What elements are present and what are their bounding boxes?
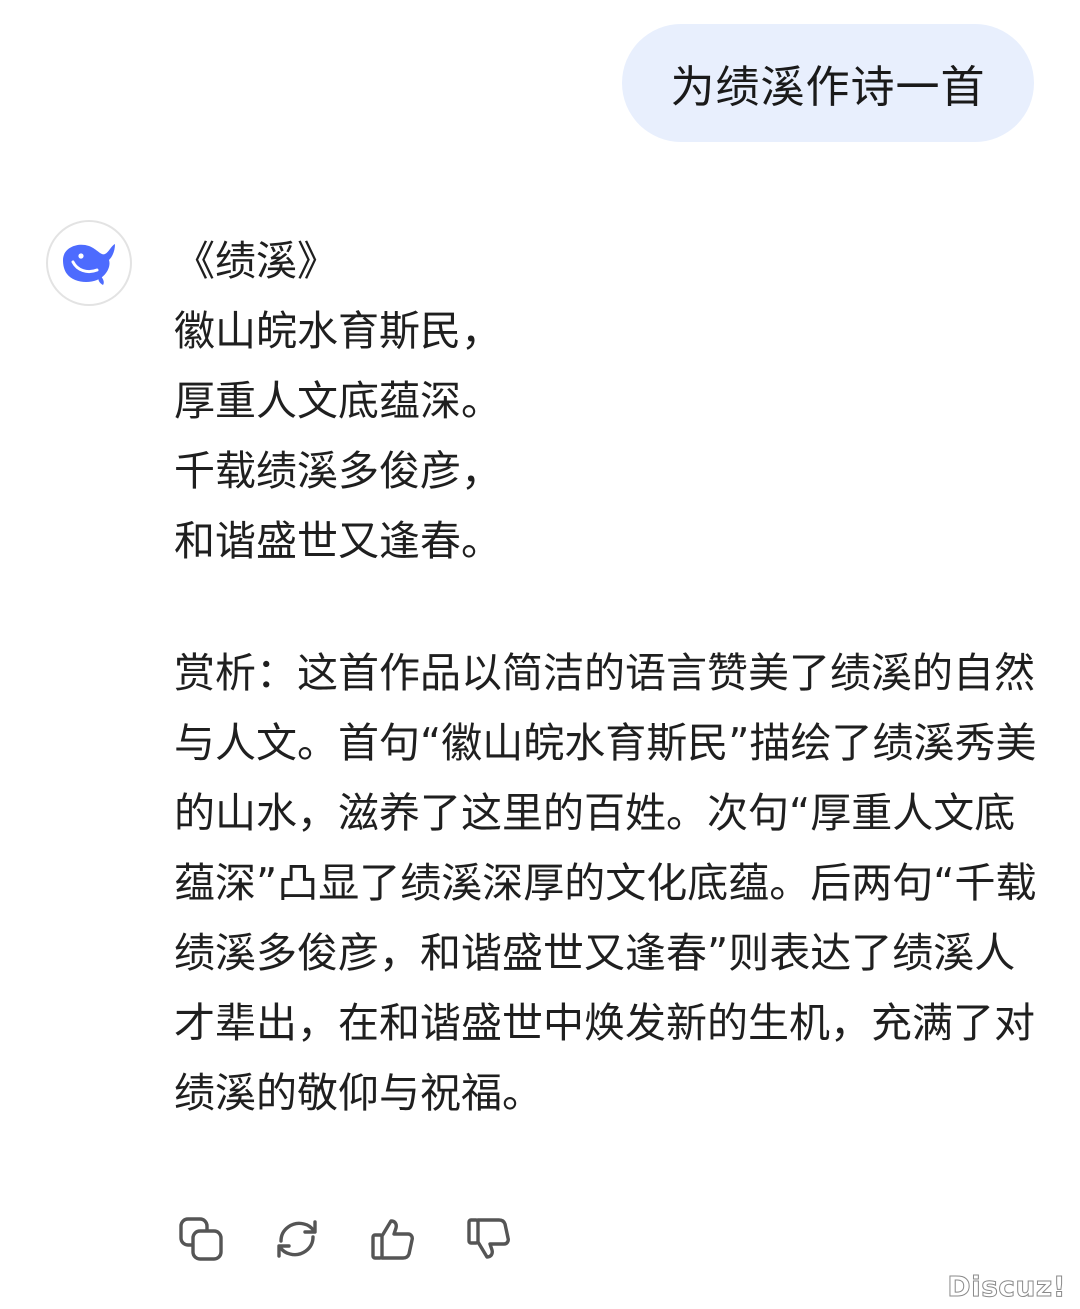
user-message-text: 为绩溪作诗一首 (670, 62, 986, 113)
poem-title: 《绩溪》 (174, 237, 338, 285)
thumbs-down-icon (467, 1218, 510, 1259)
poem-analysis: 赏析：这首作品以简洁的语言赞美了绩溪的自然与人文。首句“徽山皖水育斯民”描绘了绩… (174, 649, 1037, 1117)
poem-line: 徽山皖水育斯民， (174, 307, 502, 355)
message-actions (176, 1214, 514, 1264)
copy-button[interactable] (176, 1214, 226, 1264)
thumbs-up-icon (371, 1219, 414, 1260)
poem-line: 千载绩溪多俊彦， (174, 447, 502, 495)
assistant-message: 《绩溪》 徽山皖水育斯民， 厚重人文底蕴深。 千载绩溪多俊彦， 和谐盛世又逢春。… (174, 226, 1044, 1128)
user-message-bubble: 为绩溪作诗一首 (622, 24, 1034, 142)
regenerate-icon (277, 1220, 317, 1258)
like-button[interactable] (368, 1214, 418, 1264)
deepseek-whale-icon (63, 244, 115, 285)
forum-watermark: Discuz! (947, 1270, 1066, 1304)
regenerate-button[interactable] (272, 1214, 322, 1264)
copy-icon (179, 1217, 223, 1261)
dislike-button[interactable] (464, 1214, 514, 1264)
poem-line: 厚重人文底蕴深。 (174, 377, 502, 425)
poem-line: 和谐盛世又逢春。 (174, 517, 502, 565)
assistant-avatar (46, 220, 132, 306)
